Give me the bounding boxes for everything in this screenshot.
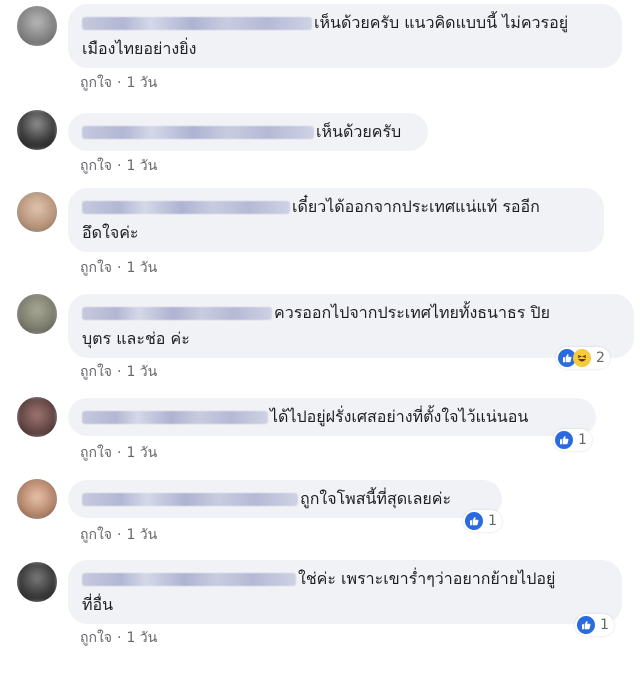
reaction-summary[interactable]: 1 — [575, 614, 614, 636]
comment-time[interactable]: 1 วัน — [126, 445, 157, 461]
comment-time[interactable]: 1 วัน — [126, 75, 157, 91]
like-link[interactable]: ถูกใจ — [80, 527, 112, 543]
comment-text-line: อึดใจค่ะ — [82, 223, 139, 242]
comment-time[interactable]: 1 วัน — [126, 260, 157, 276]
commenter-name-blurred[interactable] — [82, 201, 290, 214]
like-link[interactable]: ถูกใจ — [80, 630, 112, 646]
comment-text-line: บุตร และช่อ ค่ะ — [82, 329, 190, 348]
comment-actions: ถูกใจ · 1 วัน — [80, 445, 158, 461]
comment-time[interactable]: 1 วัน — [126, 158, 157, 174]
like-icon — [555, 431, 573, 449]
comment-time[interactable]: 1 วัน — [126, 527, 157, 543]
comment-actions: ถูกใจ · 1 วัน — [80, 158, 158, 174]
avatar[interactable] — [17, 562, 57, 602]
like-link[interactable]: ถูกใจ — [80, 75, 112, 91]
comment-text-line: ได้ไปอยู่ฝรั่งเศสอย่างที่ตั้งใจไว้แน่นอน — [82, 404, 582, 430]
comment-actions: ถูกใจ · 1 วัน — [80, 630, 158, 646]
comment-text-line: เมืองไทยอย่างยิ่ง — [82, 39, 197, 58]
like-link[interactable]: ถูกใจ — [80, 158, 112, 174]
commenter-name-blurred[interactable] — [82, 493, 298, 506]
like-link[interactable]: ถูกใจ — [80, 445, 112, 461]
comment-bubble: เห็นด้วยครับ แนวคิดแบบนี้ ไม่ควรอยู่ เมื… — [68, 4, 622, 68]
comment-text-line: ใช่ค่ะ เพราะเขาร่ำๆว่าอยากย้ายไปอยู่ — [82, 566, 608, 592]
like-link[interactable]: ถูกใจ — [80, 260, 112, 276]
comment-bubble: ควรออกไปจากประเทศไทยทั้งธนาธร ปิย บุตร แ… — [68, 294, 634, 358]
comment-text-line: เดี๋ยวได้ออกจากประเทศแน่แท้ รออีก — [82, 194, 590, 220]
comment-bubble: ใช่ค่ะ เพราะเขาร่ำๆว่าอยากย้ายไปอยู่ ที่… — [68, 560, 622, 624]
reaction-summary[interactable]: 1 — [463, 510, 502, 532]
comment-bubble: เห็นด้วยครับ — [68, 113, 428, 151]
avatar[interactable] — [17, 479, 57, 519]
commenter-name-blurred[interactable] — [82, 126, 314, 139]
reaction-summary[interactable]: 1 — [553, 429, 592, 451]
comment-bubble: ถูกใจโพสนี้ที่สุดเลยค่ะ — [68, 480, 502, 518]
avatar[interactable] — [17, 294, 57, 334]
like-icon — [465, 512, 483, 530]
reaction-count: 1 — [488, 513, 497, 529]
commenter-name-blurred[interactable] — [82, 307, 272, 320]
commenter-name-blurred[interactable] — [82, 17, 312, 30]
reaction-count: 1 — [600, 617, 609, 633]
comment-text-line: เห็นด้วยครับ — [82, 119, 414, 145]
avatar[interactable] — [17, 397, 57, 437]
comment-bubble: ได้ไปอยู่ฝรั่งเศสอย่างที่ตั้งใจไว้แน่นอน — [68, 398, 596, 436]
comment-actions: ถูกใจ · 1 วัน — [80, 260, 158, 276]
reaction-count: 1 — [578, 432, 587, 448]
reaction-count: 2 — [596, 350, 605, 366]
comment-time[interactable]: 1 วัน — [126, 364, 157, 380]
avatar[interactable] — [17, 110, 57, 150]
commenter-name-blurred[interactable] — [82, 411, 268, 424]
avatar[interactable] — [17, 6, 57, 46]
comment-actions: ถูกใจ · 1 วัน — [80, 75, 158, 91]
like-link[interactable]: ถูกใจ — [80, 364, 112, 380]
comment-text-line: เห็นด้วยครับ แนวคิดแบบนี้ ไม่ควรอยู่ — [82, 10, 608, 36]
comment-text-line: ถูกใจโพสนี้ที่สุดเลยค่ะ — [82, 486, 488, 512]
haha-icon — [573, 349, 591, 367]
comment-actions: ถูกใจ · 1 วัน — [80, 364, 158, 380]
commenter-name-blurred[interactable] — [82, 573, 296, 586]
comment-bubble: เดี๋ยวได้ออกจากประเทศแน่แท้ รออีก อึดใจค… — [68, 188, 604, 252]
like-icon — [577, 616, 595, 634]
reaction-summary[interactable]: 2 — [556, 347, 610, 369]
comment-time[interactable]: 1 วัน — [126, 630, 157, 646]
comment-actions: ถูกใจ · 1 วัน — [80, 527, 158, 543]
comment-text-line: ควรออกไปจากประเทศไทยทั้งธนาธร ปิย — [82, 300, 620, 326]
avatar[interactable] — [17, 192, 57, 232]
comment-text-line: ที่อื่น — [82, 595, 114, 614]
